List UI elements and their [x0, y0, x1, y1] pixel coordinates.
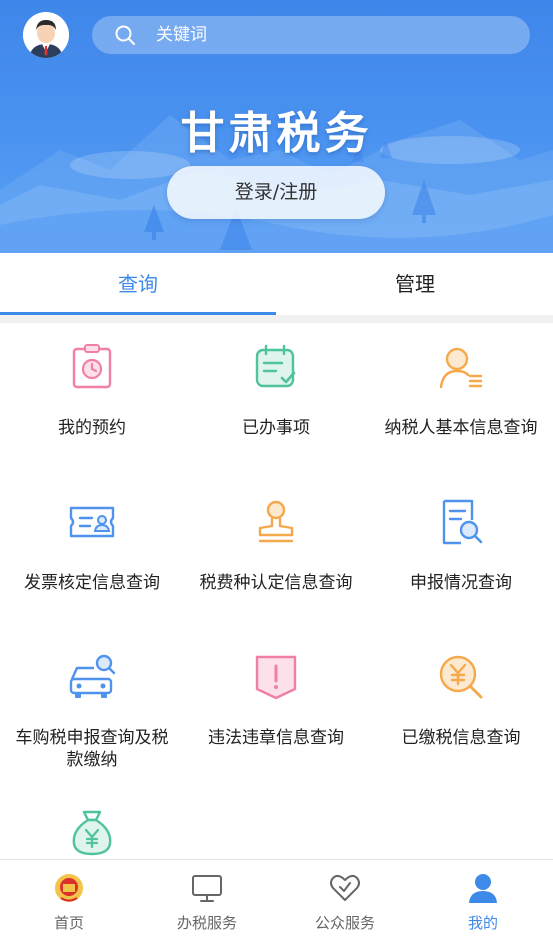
section-divider	[0, 315, 553, 323]
nav-label: 首页	[53, 914, 84, 932]
nav-item-public-services[interactable]: 公众服务	[276, 860, 414, 939]
user-icon	[469, 874, 497, 903]
grid-item-tax-type-recognition[interactable]: 税费种认定信息查询	[184, 478, 368, 633]
search-input[interactable]: 关键词	[92, 16, 530, 54]
stamp-icon	[258, 500, 294, 543]
warning-shield-icon	[255, 655, 297, 700]
grid-item-money-bag[interactable]	[0, 788, 184, 859]
nav-label: 公众服务	[314, 914, 375, 932]
header-banner: 关键词 甘肃税务 登录/注册	[0, 0, 553, 253]
invoice-icon	[69, 506, 115, 538]
search-icon	[115, 25, 135, 45]
tab-manage[interactable]: 管理	[277, 253, 553, 315]
grid-item-label: 我的预约	[58, 418, 126, 438]
grid-item-my-appointments[interactable]: 我的预约	[0, 323, 184, 478]
yuan-search-icon	[439, 655, 483, 699]
tax-emblem-icon	[55, 874, 83, 902]
avatar[interactable]	[23, 12, 69, 58]
grid-item-violation-info[interactable]: 违法违章信息查询	[184, 633, 368, 788]
grid-item-label: 纳税人基本信息查询	[384, 418, 538, 438]
search-placeholder: 关键词	[156, 25, 207, 45]
money-bag-icon	[72, 810, 112, 856]
nav-item-mine[interactable]: 我的	[414, 860, 552, 939]
grid-item-label: 税费种认定信息查询	[199, 573, 353, 593]
app-title: 甘肃税务	[180, 108, 373, 159]
document-search-icon	[442, 499, 483, 545]
tab-bar: 查询 管理	[0, 253, 553, 315]
nav-label: 我的	[467, 914, 498, 932]
appointment-clock-icon	[72, 344, 112, 389]
completed-checklist-icon	[255, 344, 296, 388]
nav-item-home[interactable]: 首页	[0, 860, 138, 939]
grid-item-label: 车购税申报查询及税款缴纳	[15, 728, 169, 770]
nav-item-tax-services[interactable]: 办税服务	[138, 860, 276, 939]
grid-item-taxpayer-basic-info[interactable]: 纳税人基本信息查询	[369, 323, 553, 478]
bottom-navigation: 首页 办税服务 公众服务 我的	[0, 859, 553, 939]
monitor-icon	[192, 875, 222, 902]
tab-query[interactable]: 查询	[0, 253, 276, 315]
grid-item-completed-items[interactable]: 已办事项	[184, 323, 368, 478]
heart-icon	[330, 874, 360, 901]
grid-item-label: 已办事项	[242, 418, 310, 438]
grid-item-invoice-approval-info[interactable]: 发票核定信息查询	[0, 478, 184, 633]
grid-item-label: 已缴税信息查询	[401, 728, 521, 748]
grid-item-vehicle-purchase-tax[interactable]: 车购税申报查询及税款缴纳	[0, 633, 184, 788]
query-function-grid: 我的预约 已办事项 纳税人基本信息查询 发票核定信息查询 税费种认定信息查询 申…	[0, 323, 553, 859]
car-search-icon	[69, 654, 116, 698]
user-avatar-icon	[23, 12, 69, 58]
login-register-button[interactable]: 登录/注册	[167, 166, 385, 219]
taxpayer-info-icon	[439, 347, 483, 389]
grid-item-declaration-status[interactable]: 申报情况查询	[369, 478, 553, 633]
grid-item-label: 发票核定信息查询	[24, 573, 160, 593]
grid-item-label: 申报情况查询	[410, 573, 512, 593]
grid-item-paid-tax-info[interactable]: 已缴税信息查询	[369, 633, 553, 788]
nav-label: 办税服务	[176, 914, 237, 932]
grid-item-label: 违法违章信息查询	[208, 728, 344, 748]
